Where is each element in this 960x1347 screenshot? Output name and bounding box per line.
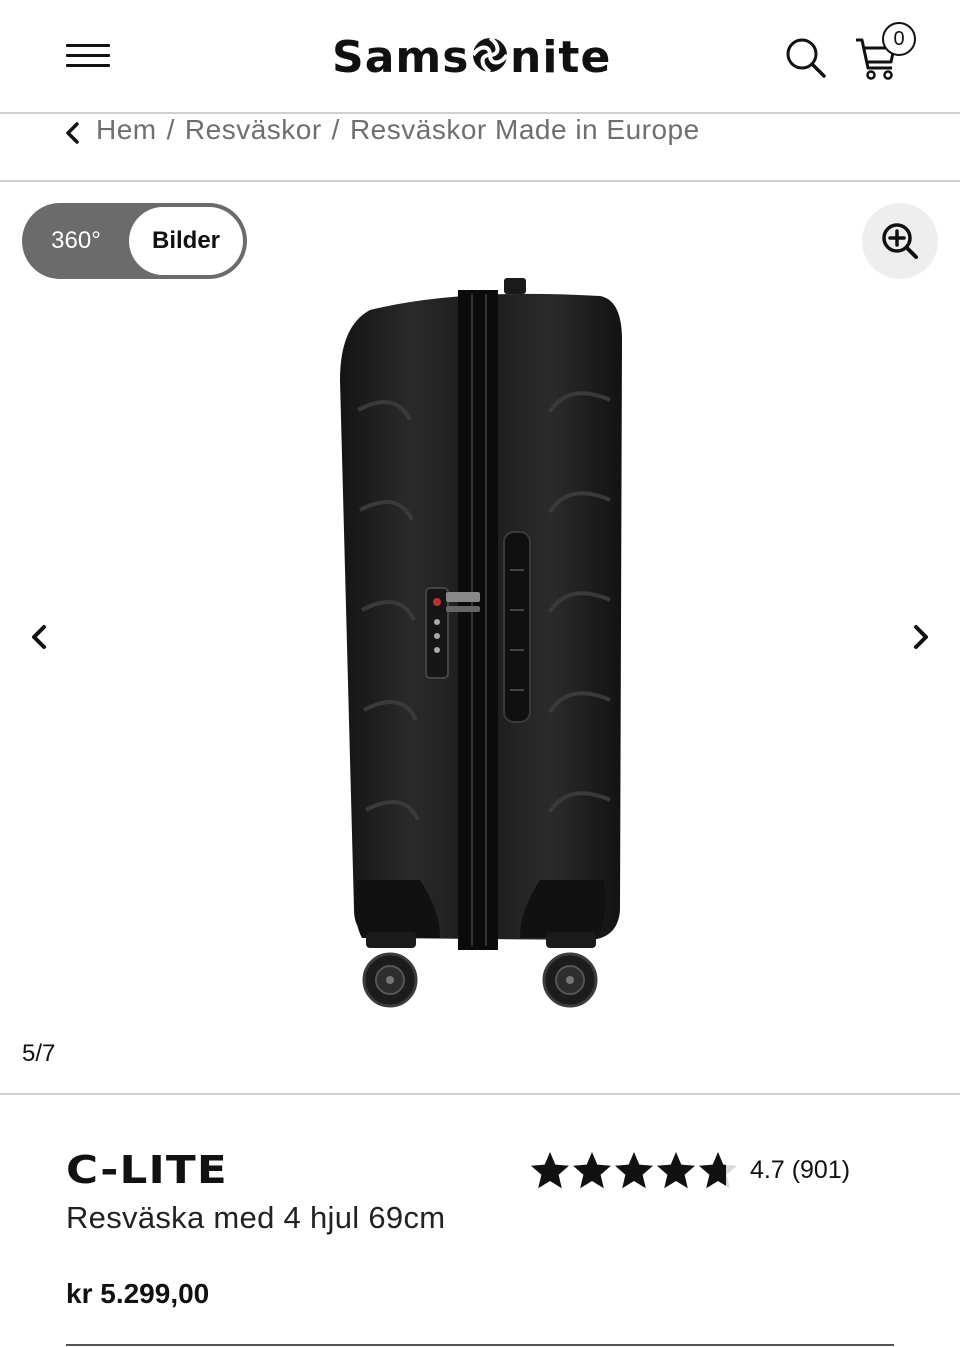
breadcrumb-back-button[interactable]: [62, 118, 84, 148]
svg-text:nite: nite: [510, 32, 611, 83]
chevron-left-icon: [66, 122, 79, 144]
site-header: Sams nite 0: [0, 0, 960, 114]
menu-button[interactable]: [62, 38, 114, 74]
chevron-right-icon: [914, 625, 928, 649]
product-subtitle: Resväska med 4 hjul 69cm: [66, 1200, 446, 1235]
search-icon: [786, 38, 826, 78]
toggle-images-button[interactable]: Bilder: [129, 207, 243, 275]
star-icon: [699, 1152, 737, 1189]
section-divider: [66, 1344, 894, 1346]
hamburger-line: [66, 64, 110, 67]
rating-stars: [530, 1150, 740, 1190]
star-icon: [657, 1152, 695, 1189]
toggle-360-button[interactable]: 360°: [22, 203, 130, 279]
breadcrumb-link-hem[interactable]: Hem: [96, 114, 157, 145]
zoom-button[interactable]: [862, 203, 938, 279]
breadcrumb: Hem / Resväskor / Resväskor Made in Europe: [0, 114, 960, 182]
zoom-in-icon: [882, 223, 918, 259]
rating-text: 4.7 (901): [750, 1155, 851, 1184]
svg-text:Sams: Sams: [332, 32, 469, 83]
brand-logo[interactable]: Sams nite: [330, 26, 630, 86]
star-icon: [531, 1152, 569, 1189]
product-rating[interactable]: 4.7 (901): [530, 1146, 850, 1194]
star-icon: [573, 1152, 611, 1189]
hamburger-line: [66, 44, 110, 47]
image-counter: 5/7: [22, 1040, 56, 1067]
section-divider: [0, 1093, 960, 1095]
chevron-left-icon: [32, 625, 46, 649]
breadcrumb-link-resvaskor[interactable]: Resväskor: [185, 114, 322, 145]
product-gallery: 360° Bilder 5/7: [0, 182, 960, 1094]
gallery-prev-button[interactable]: [22, 618, 56, 656]
search-button[interactable]: [782, 34, 830, 82]
product-price: kr 5.299,00: [66, 1278, 210, 1309]
gallery-next-button[interactable]: [904, 618, 938, 656]
product-name: C-LITE: [66, 1148, 228, 1192]
breadcrumb-trail: Hem / Resväskor / Resväskor Made in Europe: [96, 114, 700, 146]
breadcrumb-link-made-in-europe[interactable]: Resväskor Made in Europe: [350, 114, 700, 145]
cart-count-badge: 0: [882, 22, 916, 56]
breadcrumb-separator: /: [331, 114, 340, 145]
product-image-suitcase[interactable]: [300, 270, 660, 1010]
view-toggle: 360° Bilder: [22, 203, 247, 279]
samsonite-logo-icon: Sams nite: [332, 32, 611, 83]
cart-button[interactable]: 0: [852, 20, 922, 84]
star-icon: [615, 1152, 653, 1189]
breadcrumb-separator: /: [166, 114, 175, 145]
hamburger-line: [66, 54, 110, 57]
